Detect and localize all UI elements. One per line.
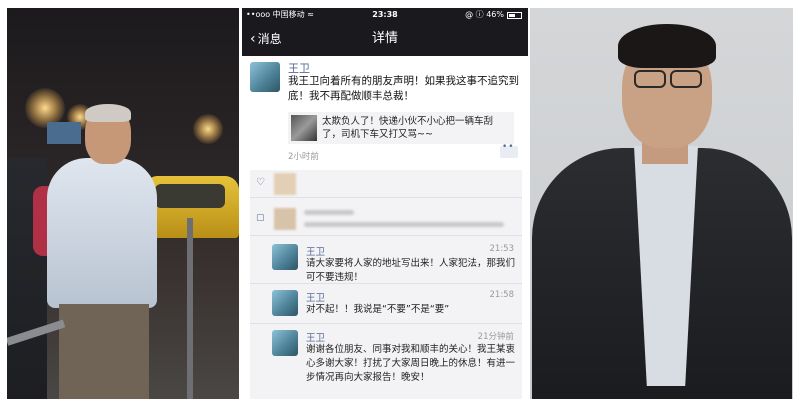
street-lamp-glow xyxy=(193,114,223,144)
man-white-shirt xyxy=(47,158,157,308)
comment-item: 王卫 21分钟前 谢谢各位朋友、同事对我和顺丰的关心！我王某衷心多谢大家！打扰了… xyxy=(250,326,522,399)
comment-text: 请大家要将人家的地址写出来！人家犯法，那我们可不要违规！ xyxy=(306,258,516,283)
avatar[interactable] xyxy=(272,330,298,356)
comment-text: 对不起！！我说是“不要”不是“要” xyxy=(306,304,450,315)
heart-icon: ♡ xyxy=(256,177,265,188)
more-actions-icon[interactable] xyxy=(500,142,518,158)
blurred-comment-row: ▢ xyxy=(250,202,522,236)
comment-text: 谢谢各位朋友、同事对我和顺丰的关心！我王某衷心多谢大家！打扰了大家周日晚上的休息… xyxy=(306,344,516,383)
comment-author[interactable]: 王卫 xyxy=(306,244,325,258)
moment-post: 王卫 我王卫向着所有的朋友声明！如果我这事不追究到底！我不再配做顺丰总裁！ 太欺… xyxy=(242,56,528,176)
battery-percent: @ ⓘ 46% xyxy=(465,10,504,19)
right-photo-man-portrait xyxy=(530,8,793,399)
post-time: 2小时前 xyxy=(288,152,319,162)
comment-time: 21:58 xyxy=(489,290,515,300)
likes-row: ♡ xyxy=(250,170,522,198)
battery-icon xyxy=(507,12,522,19)
comment-author[interactable]: 王卫 xyxy=(306,330,325,344)
railing-pole xyxy=(187,218,193,399)
blurred-avatar xyxy=(274,208,296,230)
nav-bar: ‹ 消息 详情 xyxy=(242,22,528,56)
blurred-avatar xyxy=(274,173,296,195)
link-thumbnail xyxy=(291,115,317,141)
link-title: 太欺负人了！快递小伙不小心把一辆车刮了，司机下车又打又骂~~ xyxy=(322,116,494,140)
black-hair xyxy=(618,24,716,68)
status-bar: ••ooo 中国移动 ≈ 23:38 @ ⓘ 46% xyxy=(242,8,528,22)
left-photo-man-on-phone xyxy=(7,8,239,399)
glasses-icon xyxy=(630,70,706,90)
comment-item: 王卫 21:53 请大家要将人家的地址写出来！人家犯法，那我们可不要违规！ xyxy=(250,240,522,284)
comment-time: 21分钟前 xyxy=(477,332,514,342)
comment-icon: ▢ xyxy=(256,213,265,223)
taxi-window xyxy=(155,184,225,208)
avatar[interactable] xyxy=(250,62,280,92)
comments-area: ♡ ▢ 王卫 21:53 请大家要将人家的地址写出来！人家犯法，那我们可不要违规… xyxy=(250,170,522,399)
post-text: 我王卫向着所有的朋友声明！如果我这事不追究到底！我不再配做顺丰总裁！ xyxy=(288,75,519,102)
blurred-text xyxy=(304,222,504,227)
road-sign xyxy=(47,122,81,144)
comment-time: 21:53 xyxy=(489,244,515,254)
man-trousers xyxy=(59,304,149,399)
shared-link-card[interactable]: 太欺负人了！快递小伙不小心把一辆车刮了，司机下车又打又骂~~ xyxy=(288,112,514,144)
page-title: 详情 xyxy=(371,31,398,46)
avatar[interactable] xyxy=(272,244,298,270)
avatar[interactable] xyxy=(272,290,298,316)
wechat-screenshot: ••ooo 中国移动 ≈ 23:38 @ ⓘ 46% ‹ 消息 详情 王卫 我王卫… xyxy=(242,8,528,399)
blurred-text xyxy=(304,210,354,215)
man-grey-hair xyxy=(85,104,131,122)
comment-author[interactable]: 王卫 xyxy=(306,290,325,304)
comment-item: 王卫 21:58 对不起！！我说是“不要”不是“要” xyxy=(250,286,522,324)
